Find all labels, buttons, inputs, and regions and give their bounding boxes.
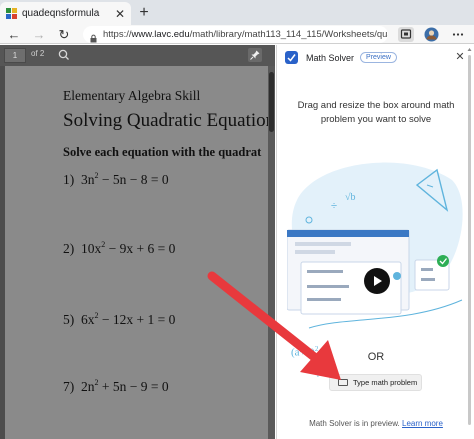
doc-skill-heading: Elementary Algebra Skill [63, 88, 201, 103]
address-bar[interactable]: https://www.lavc.edu/math/library/math11… [83, 26, 388, 43]
problem-1: 1) 3n2 − 5n − 8 = 0 [63, 171, 169, 187]
math-solver-header: Math Solver Preview ✕ [277, 45, 474, 70]
pdf-pin-icon[interactable] [248, 48, 262, 62]
math-solver-panel: Math Solver Preview ✕ Drag and resize th… [276, 45, 474, 439]
problem-2: 2) 10x2 − 9x + 6 = 0 [63, 240, 176, 256]
pdf-toolbar: 1 of 2 [0, 45, 275, 66]
pdf-search-icon[interactable] [57, 48, 71, 62]
pdf-page: Elementary Algebra Skill Solving Quadrat… [5, 66, 273, 439]
panel-close-icon[interactable]: ✕ [453, 50, 467, 64]
keyboard-icon [338, 379, 348, 386]
pdf-scrollbar[interactable] [268, 66, 275, 439]
lock-icon [89, 30, 98, 43]
spreadsheet-favicon-icon [6, 8, 17, 19]
refresh-icon[interactable]: ↻ [55, 26, 73, 43]
learn-more-link[interactable]: Learn more [402, 419, 443, 428]
doc-instruction: Solve each equation with the quadrat [63, 145, 262, 159]
illustration-plus-label: + [315, 370, 321, 381]
panel-instruction: Drag and resize the box around math prob… [297, 100, 455, 125]
pdf-page-count: of 2 [31, 49, 45, 58]
illustration-divide-label: ÷ [331, 200, 338, 212]
panel-scrollbar[interactable] [467, 47, 472, 427]
problem-5: 5) 6x2 − 12x + 1 = 0 [63, 311, 176, 327]
math-solver-title: Math Solver [306, 52, 355, 63]
tab-quadeqnsformula[interactable]: quadeqnsformula ✕ [0, 2, 131, 25]
math-solver-illustration: √b ÷ (a+b)2 + [286, 140, 467, 381]
url-text: https://www.lavc.edu/math/library/math11… [103, 29, 388, 40]
or-separator: OR [367, 351, 385, 363]
illustration-sqrt-label: √b [345, 192, 356, 203]
doc-title: Solving Quadratic Equations [63, 110, 273, 131]
panel-footer: Math Solver is in preview. Learn more [309, 419, 443, 428]
math-solver-toolbar-icon[interactable] [398, 27, 414, 42]
pdf-scrollbar-thumb[interactable] [269, 72, 274, 132]
problem-7: 7) 2n2 + 5n − 9 = 0 [63, 378, 169, 394]
math-solver-logo-icon [285, 51, 298, 64]
profile-avatar-icon[interactable] [424, 27, 440, 42]
more-menu-icon[interactable] [450, 27, 466, 42]
back-icon[interactable]: ← [5, 26, 23, 43]
browser-toolbar: ← → ↻ https://www.lavc.edu/math/library/… [0, 25, 474, 44]
tab-close-icon[interactable]: ✕ [113, 7, 127, 21]
pdf-viewer[interactable]: Elementary Algebra Skill Solving Quadrat… [0, 66, 275, 439]
new-tab-button[interactable]: + [136, 5, 152, 21]
type-math-problem-button[interactable]: Type math problem [329, 374, 422, 391]
tab-title: quadeqnsformula [22, 8, 100, 19]
browser-window: quadeqnsformula ✕ + ← → ↻ https://www.la… [0, 0, 474, 439]
play-video-icon[interactable] [364, 268, 390, 294]
pdf-page-number-input[interactable]: 1 [4, 48, 26, 63]
preview-badge: Preview [360, 52, 397, 63]
tab-bar: quadeqnsformula ✕ + [0, 0, 474, 25]
type-math-problem-label: Type math problem [353, 378, 418, 387]
forward-icon[interactable]: → [30, 26, 48, 43]
